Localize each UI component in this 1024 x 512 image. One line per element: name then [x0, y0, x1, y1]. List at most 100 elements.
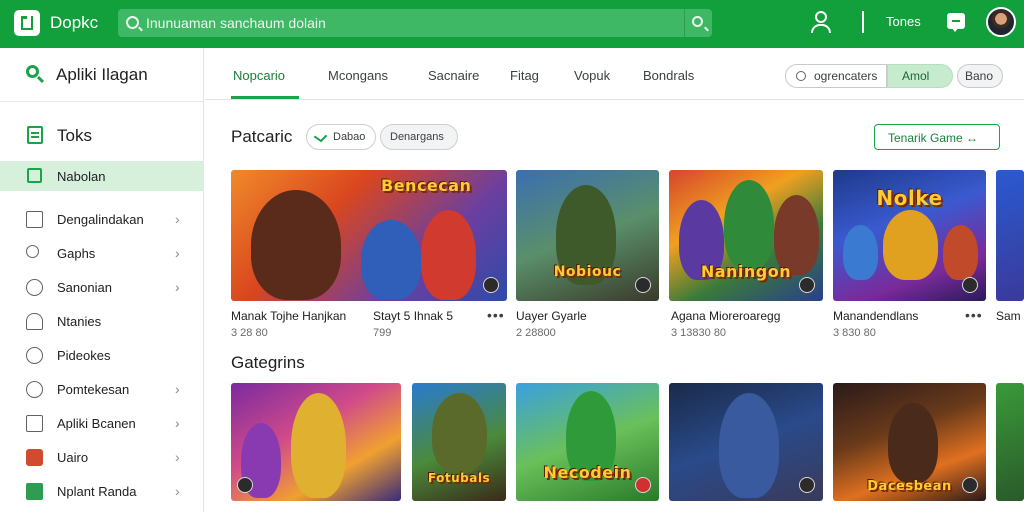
- category-card-image[interactable]: [996, 383, 1024, 501]
- more-options-icon[interactable]: •••: [487, 307, 505, 323]
- game-logo: Naningon: [700, 262, 792, 281]
- sidebar-item-6[interactable]: Apliki Bcanen ›: [0, 407, 204, 441]
- sidebar-item-label: Pomtekesan: [57, 382, 130, 397]
- filter-green-label: Amol: [902, 69, 930, 83]
- sidebar-item-label: Ntanies: [57, 314, 102, 329]
- character-figure: [943, 225, 978, 280]
- chevron-right-icon: ›: [175, 279, 180, 295]
- filter-chip-2[interactable]: Denargans: [380, 124, 458, 150]
- chevron-right-icon: ›: [175, 381, 180, 397]
- filter-gray-pill[interactable]: Bano: [957, 64, 1003, 88]
- app-title: Dopkc: [50, 13, 99, 32]
- chevron-right-icon: ›: [175, 449, 180, 465]
- filter-chip-1[interactable]: Dabao: [306, 124, 376, 150]
- category-card-image[interactable]: [231, 383, 401, 501]
- category-card-image[interactable]: [669, 383, 823, 501]
- tab-0[interactable]: Nopcario: [233, 68, 285, 83]
- sidebar-section-store[interactable]: Toks: [0, 122, 204, 150]
- divider: [862, 11, 864, 33]
- game-card-image[interactable]: Nolke: [833, 170, 986, 301]
- location-icon: [26, 279, 43, 296]
- chip-label: Denargans: [390, 131, 444, 143]
- game-card-image[interactable]: Nobiouc: [516, 170, 659, 301]
- chat-icon[interactable]: [947, 13, 965, 32]
- category-nav: Nopcario Mcongans Sacnaire Fitag Vopuk B…: [205, 48, 1024, 100]
- home-icon: [26, 313, 43, 330]
- tab-1[interactable]: Mcongans: [328, 68, 388, 83]
- sidebar-title: Apliki Ilagan: [56, 65, 148, 84]
- sidebar-item-7[interactable]: Uairo ›: [0, 441, 204, 475]
- game-card-image[interactable]: [996, 170, 1024, 301]
- pencil-icon: [313, 130, 328, 143]
- character-figure: [883, 210, 938, 280]
- square-icon: [27, 168, 42, 183]
- character-figure: [724, 180, 774, 270]
- sidebar-header: Apliki Ilagan: [0, 48, 204, 102]
- game-meta: 799: [373, 327, 392, 339]
- sidebar-item-label: Sanonian: [57, 280, 112, 295]
- sidebar-item-selected[interactable]: Nabolan: [0, 161, 204, 191]
- sidebar-item-1[interactable]: Gaphs ›: [0, 237, 204, 271]
- circle-icon: [796, 71, 806, 81]
- chevron-right-icon: ›: [175, 211, 180, 227]
- sidebar-item-label: Gaphs: [57, 246, 96, 261]
- character-figure: [251, 190, 341, 300]
- game-title[interactable]: Agana Mioreroaregg: [671, 309, 780, 323]
- platform-badge-icon: [237, 477, 253, 493]
- category-logo: Fotubals: [427, 471, 491, 485]
- account-icon[interactable]: [810, 11, 832, 35]
- search-bar[interactable]: Inunuaman sanchaum dolain: [118, 9, 712, 37]
- game-meta: 2 28800: [516, 327, 556, 339]
- category-card-image[interactable]: Dacesbean: [833, 383, 986, 501]
- game-card-image[interactable]: Naningon: [669, 170, 823, 301]
- message-icon: [26, 347, 43, 364]
- platform-badge-icon: [483, 277, 499, 293]
- chip-label: Dabao: [333, 131, 366, 143]
- chevron-right-icon: ›: [175, 245, 180, 261]
- character-figure: [421, 210, 476, 300]
- see-all-games-button[interactable]: Tenarik Game ↔: [874, 124, 1000, 150]
- header-label[interactable]: Tones: [886, 14, 921, 29]
- game-logo: Bencecan: [381, 176, 472, 195]
- game-title[interactable]: Stayt 5 Ihnak 5: [373, 309, 453, 323]
- tab-2[interactable]: Sacnaire: [428, 68, 479, 83]
- search-button[interactable]: [684, 9, 712, 37]
- category-card-image[interactable]: Fotubals: [412, 383, 506, 501]
- search-input[interactable]: Inunuaman sanchaum dolain: [146, 15, 326, 31]
- filter-green-pill[interactable]: Amol: [887, 64, 953, 88]
- sidebar-item-3[interactable]: Ntanies: [0, 305, 204, 339]
- user-avatar[interactable]: [986, 7, 1016, 37]
- game-meta: 3 13830 80: [671, 327, 727, 339]
- square-icon: [26, 211, 43, 228]
- sidebar-item-label: Apliki Bcanen: [57, 416, 136, 431]
- filter-search-pill[interactable]: ogrencaters: [785, 64, 887, 88]
- tab-4[interactable]: Vopuk: [574, 68, 610, 83]
- game-title[interactable]: Manak Tojhe Hanjkan: [231, 309, 346, 323]
- category-card-image[interactable]: Necodein: [516, 383, 659, 501]
- tab-3[interactable]: Fitag: [510, 68, 539, 83]
- store-icon: [27, 126, 43, 144]
- game-title[interactable]: Sam: [996, 309, 1021, 323]
- sidebar-item-4[interactable]: Pideokes: [0, 339, 204, 373]
- sidebar-item-0[interactable]: Dengalindakan ›: [0, 203, 204, 237]
- sidebar-item-5[interactable]: Pomtekesan ›: [0, 373, 204, 407]
- sidebar: Apliki Ilagan Toks Nabolan Dengalindakan…: [0, 48, 204, 512]
- game-title[interactable]: Manandendlans: [833, 309, 918, 323]
- chevron-right-icon: ›: [175, 415, 180, 431]
- active-tab-indicator: [231, 96, 299, 99]
- search-icon: [126, 16, 139, 29]
- more-options-icon[interactable]: •••: [965, 307, 983, 323]
- sidebar-item-2[interactable]: Sanonian ›: [0, 271, 204, 305]
- platform-badge-icon: [962, 277, 978, 293]
- app-logo-icon[interactable]: [14, 10, 40, 36]
- filter-gray-label: Bano: [965, 69, 994, 83]
- tab-5[interactable]: Bondrals: [643, 68, 694, 83]
- game-title[interactable]: Uayer Gyarle: [516, 309, 587, 323]
- character-figure: [361, 220, 421, 300]
- platform-badge-icon: [635, 277, 651, 293]
- game-card-image[interactable]: Bencecan: [231, 170, 507, 301]
- sidebar-item-8[interactable]: Nplant Randa ›: [0, 475, 204, 509]
- character-figure: [291, 393, 346, 498]
- clock-icon: [26, 381, 43, 398]
- top-app-bar: Dopkc Inunuaman sanchaum dolain Tones: [0, 0, 1024, 48]
